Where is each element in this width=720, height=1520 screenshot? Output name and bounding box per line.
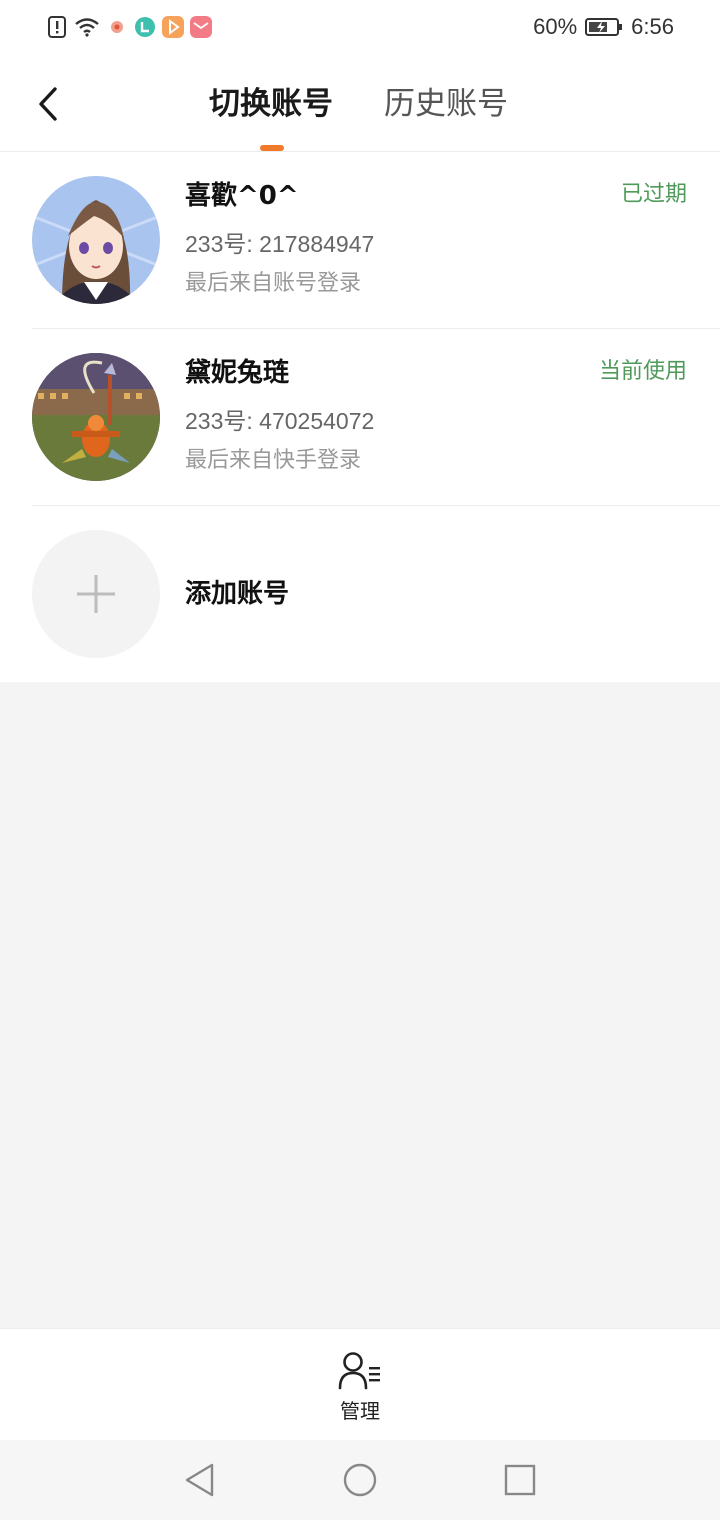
active-tab-indicator	[260, 145, 284, 151]
manage-user-icon	[338, 1352, 380, 1390]
account-login-source: 最后来自快手登录	[185, 448, 362, 473]
account-row[interactable]: 喜歡^0^ 233号: 217884947 最后来自账号登录 已过期	[0, 152, 720, 329]
add-account-label: 添加账号	[185, 579, 290, 609]
notification-icons	[46, 16, 212, 38]
account-list: 喜歡^0^ 233号: 217884947 最后来自账号登录 已过期 黛妮兔琏 …	[0, 152, 720, 682]
back-button[interactable]	[28, 84, 68, 124]
clock: 6:56	[631, 14, 674, 39]
app-badge-teal-icon	[135, 17, 155, 37]
back-arrow-icon	[39, 87, 57, 121]
system-status: 60% 6:56	[533, 14, 674, 40]
app-badge-pink-icon	[190, 16, 212, 38]
wifi-icon	[75, 18, 99, 37]
tab-switch-account[interactable]: 切换账号	[209, 84, 333, 124]
manage-label: 管理	[340, 1399, 380, 1423]
add-account-row[interactable]: 添加账号	[0, 506, 720, 682]
account-name: 黛妮兔琏	[185, 358, 290, 388]
nav-back-icon[interactable]	[180, 1460, 220, 1500]
account-id: 233号: 217884947	[185, 231, 375, 257]
bottom-action-bar: 管理	[0, 1328, 720, 1440]
account-status: 已过期	[620, 182, 687, 207]
nav-home-icon[interactable]	[340, 1460, 380, 1500]
account-name: 喜歡^0^	[185, 181, 299, 211]
plus-icon	[77, 575, 115, 613]
tab-history-account[interactable]: 历史账号	[384, 84, 508, 124]
status-bar: 60% 6:56	[0, 0, 720, 58]
avatar	[32, 176, 160, 304]
battery-percent: 60%	[533, 14, 578, 39]
app-badge-red-icon	[111, 21, 123, 33]
sim-alert-icon	[48, 16, 66, 38]
system-navigation-bar	[0, 1440, 720, 1520]
add-account-circle	[32, 530, 160, 658]
account-status: 当前使用	[598, 359, 687, 384]
avatar	[32, 353, 160, 481]
account-id: 233号: 470254072	[185, 408, 375, 434]
battery-icon	[585, 18, 623, 36]
nav-recent-apps-icon[interactable]	[500, 1460, 540, 1500]
manage-button[interactable]: 管理	[320, 1349, 400, 1429]
app-header: 切换账号 历史账号	[0, 58, 720, 152]
account-login-source: 最后来自账号登录	[185, 271, 362, 296]
app-badge-orange-icon	[162, 16, 184, 38]
account-row[interactable]: 黛妮兔琏 233号: 470254072 最后来自快手登录 当前使用	[0, 329, 720, 506]
